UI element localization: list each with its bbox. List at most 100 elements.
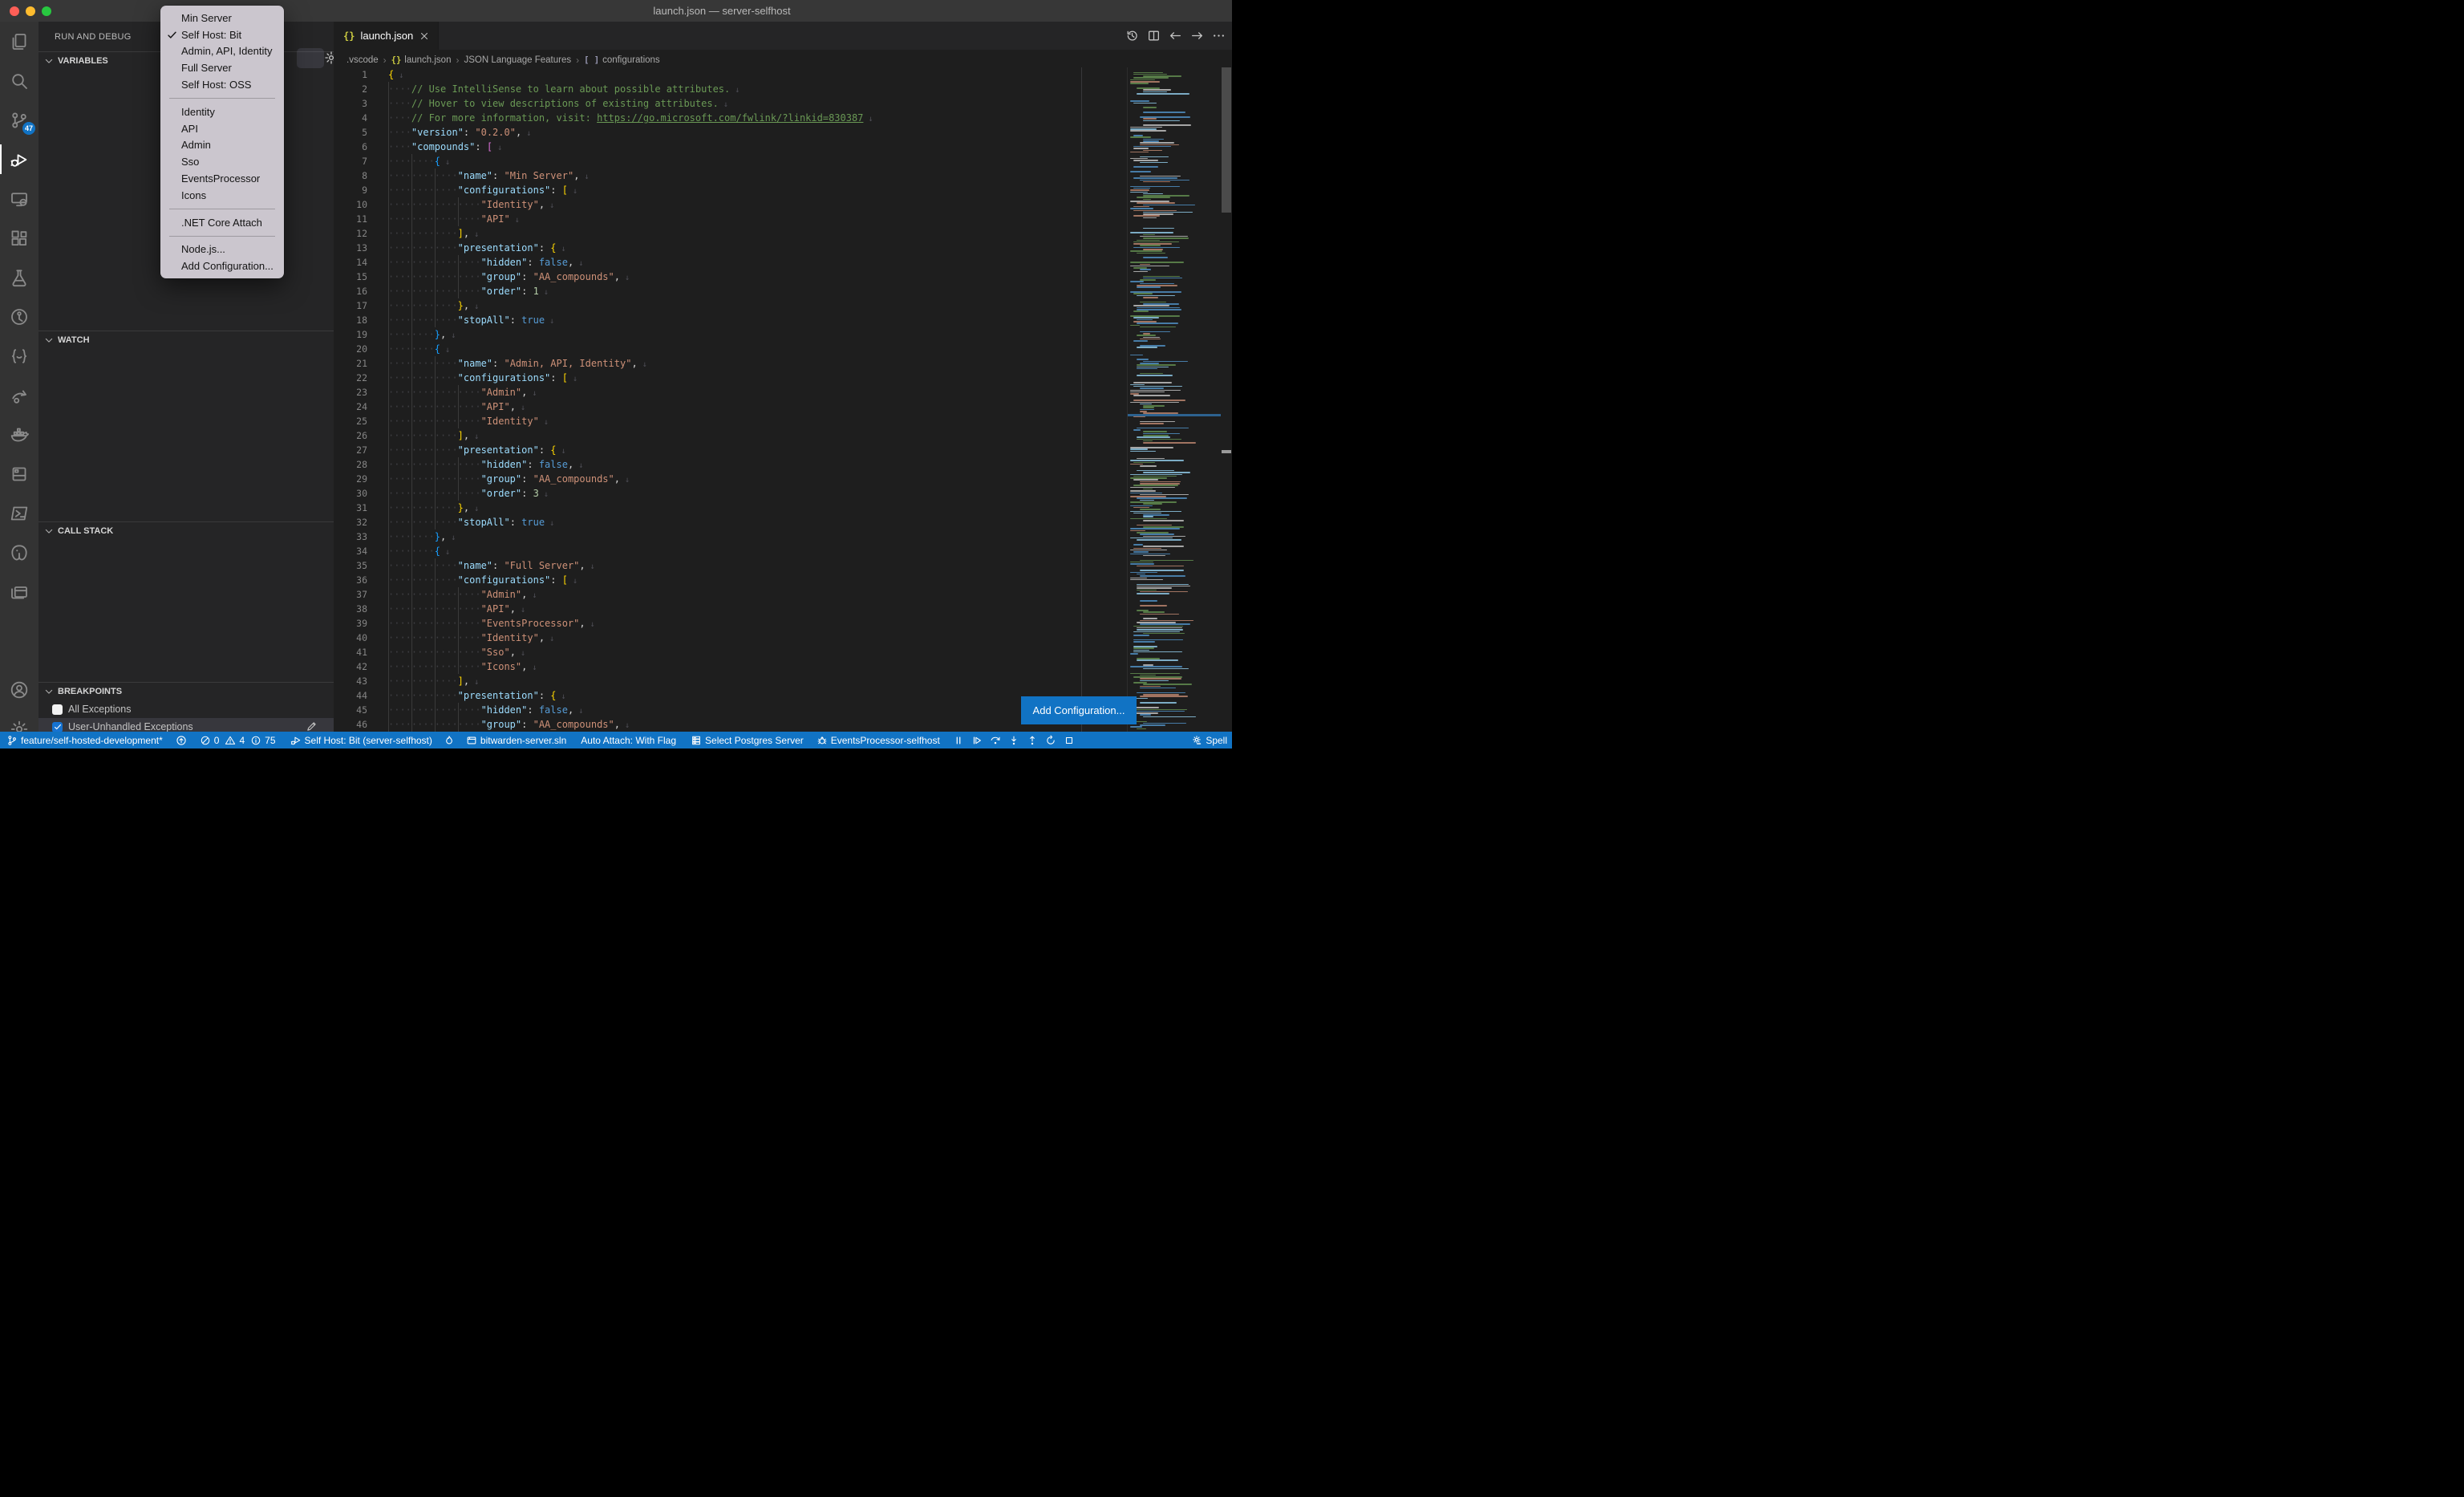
activity-item-window-panels[interactable] xyxy=(0,572,38,611)
status-debug-step-into[interactable] xyxy=(1008,735,1019,746)
code-line-41[interactable]: 41················"Sso", ↓ xyxy=(334,645,1127,659)
navigate-forward-button[interactable] xyxy=(1190,29,1204,43)
breadcrumb-item[interactable]: JSON Language Features xyxy=(464,55,571,65)
code-line-26[interactable]: 26············], ↓ xyxy=(334,428,1127,443)
breadcrumb-item[interactable]: {}launch.json xyxy=(391,55,452,65)
status-problems-errors[interactable]: 0 xyxy=(200,735,220,746)
add-configuration-button[interactable]: Add Configuration... xyxy=(1021,696,1137,724)
activity-item-accounts[interactable] xyxy=(0,670,38,709)
menu-item-min-server[interactable]: Min Server xyxy=(160,10,284,26)
status-flame-status[interactable] xyxy=(444,735,455,746)
activity-item-testing[interactable] xyxy=(0,258,38,297)
code-line-45[interactable]: 45················"hidden": false, ↓ xyxy=(334,703,1127,717)
activity-item-storage[interactable] xyxy=(0,454,38,493)
status-debug-restart[interactable] xyxy=(1045,735,1056,746)
code-line-16[interactable]: 16················"order": 1 ↓ xyxy=(334,284,1127,298)
code-line-44[interactable]: 44············"presentation": { ↓ xyxy=(334,688,1127,703)
code-line-19[interactable]: 19········}, ↓ xyxy=(334,327,1127,342)
zoom-window-button[interactable] xyxy=(42,6,51,16)
code-line-3[interactable]: 3····// Hover to view descriptions of ex… xyxy=(334,96,1127,111)
code-line-1[interactable]: 1{ ↓ xyxy=(334,67,1127,82)
status-debug-step-out[interactable] xyxy=(1027,735,1038,746)
status-debug-step-over[interactable] xyxy=(990,735,1001,746)
code-line-42[interactable]: 42················"Icons", ↓ xyxy=(334,659,1127,674)
breakpoint-row[interactable]: All Exceptions xyxy=(38,700,334,718)
status-debug-pause[interactable] xyxy=(953,735,964,746)
code-line-27[interactable]: 27············"presentation": { ↓ xyxy=(334,443,1127,457)
code-line-38[interactable]: 38················"API", ↓ xyxy=(334,602,1127,616)
activity-item-powershell[interactable] xyxy=(0,493,38,533)
code-line-15[interactable]: 15················"group": "AA_compounds… xyxy=(334,270,1127,284)
code-line-9[interactable]: 9············"configurations": [ ↓ xyxy=(334,183,1127,197)
code-line-30[interactable]: 30················"order": 3 ↓ xyxy=(334,486,1127,501)
code-line-34[interactable]: 34········{ ↓ xyxy=(334,544,1127,558)
activity-item-extensions[interactable] xyxy=(0,218,38,258)
menu-item-identity[interactable]: Identity xyxy=(160,103,284,120)
code-line-35[interactable]: 35············"name": "Full Server", ↓ xyxy=(334,558,1127,573)
activity-item-live-share[interactable] xyxy=(0,375,38,415)
code-line-2[interactable]: 2····// Use IntelliSense to learn about … xyxy=(334,82,1127,96)
menu-item-self-host-bit[interactable]: Self Host: Bit xyxy=(160,26,284,43)
status-debug-stop[interactable] xyxy=(1064,735,1075,746)
code-line-21[interactable]: 21············"name": "Admin, API, Ident… xyxy=(334,356,1127,371)
status-debug-configuration[interactable]: Self Host: Bit (server-selfhost) xyxy=(290,735,432,746)
close-window-button[interactable] xyxy=(10,6,19,16)
tab-launch-json[interactable]: {} launch.json xyxy=(334,22,439,50)
scrollbar-thumb[interactable] xyxy=(1222,67,1231,213)
activity-item-postgresql[interactable] xyxy=(0,533,38,572)
status-debug-continue[interactable] xyxy=(971,735,983,746)
section-header[interactable]: CALL STACK xyxy=(38,522,334,540)
code-line-5[interactable]: 5····"version": "0.2.0", ↓ xyxy=(334,125,1127,140)
minimap[interactable] xyxy=(1127,67,1221,732)
code-area[interactable]: 1{ ↓2····// Use IntelliSense to learn ab… xyxy=(334,67,1127,732)
code-line-43[interactable]: 43············], ↓ xyxy=(334,674,1127,688)
activity-item-remote-explorer[interactable] xyxy=(0,179,38,218)
code-line-25[interactable]: 25················"Identity" ↓ xyxy=(334,414,1127,428)
menu-item-full-server[interactable]: Full Server xyxy=(160,59,284,76)
code-line-13[interactable]: 13············"presentation": { ↓ xyxy=(334,241,1127,255)
menu-item--net-core-attach[interactable]: .NET Core Attach xyxy=(160,214,284,231)
breadcrumb-item[interactable]: .vscode xyxy=(346,55,379,65)
code-line-36[interactable]: 36············"configurations": [ ↓ xyxy=(334,573,1127,587)
code-line-39[interactable]: 39················"EventsProcessor", ↓ xyxy=(334,616,1127,631)
activity-item-search[interactable] xyxy=(0,61,38,100)
code-line-29[interactable]: 29················"group": "AA_compounds… xyxy=(334,472,1127,486)
code-line-20[interactable]: 20········{ ↓ xyxy=(334,342,1127,356)
menu-item-admin[interactable]: Admin xyxy=(160,137,284,154)
menu-item-add-configuration-[interactable]: Add Configuration... xyxy=(160,258,284,274)
code-line-14[interactable]: 14················"hidden": false, ↓ xyxy=(334,255,1127,270)
status-problems-warnings[interactable]: 4 xyxy=(225,735,245,746)
status-debug-session[interactable]: EventsProcessor-selfhost xyxy=(817,735,940,746)
code-line-17[interactable]: 17············}, ↓ xyxy=(334,298,1127,313)
status-branch-status[interactable]: feature/self-hosted-development* xyxy=(6,735,163,746)
breadcrumb-item[interactable]: [ ]configurations xyxy=(584,55,660,65)
activity-item-smiley-brackets[interactable] xyxy=(0,336,38,375)
navigate-back-button[interactable] xyxy=(1169,29,1182,43)
code-line-32[interactable]: 32············"stopAll": true ↓ xyxy=(334,515,1127,529)
status-solution-picker[interactable]: bitwarden-server.sln xyxy=(466,735,566,746)
close-tab-icon[interactable] xyxy=(419,30,430,42)
more-actions-button[interactable] xyxy=(1212,29,1226,43)
section-header[interactable]: WATCH xyxy=(38,331,334,349)
status-postgres-picker[interactable]: Select Postgres Server xyxy=(691,735,804,746)
split-editor-button[interactable] xyxy=(1147,29,1161,43)
code-line-12[interactable]: 12············], ↓ xyxy=(334,226,1127,241)
code-line-18[interactable]: 18············"stopAll": true ↓ xyxy=(334,313,1127,327)
code-line-37[interactable]: 37················"Admin", ↓ xyxy=(334,587,1127,602)
code-line-28[interactable]: 28················"hidden": false, ↓ xyxy=(334,457,1127,472)
menu-item-self-host-oss[interactable]: Self Host: OSS xyxy=(160,76,284,93)
status-auto-attach[interactable]: Auto Attach: With Flag xyxy=(581,735,676,746)
menu-item-icons[interactable]: Icons xyxy=(160,187,284,204)
checkbox-checked[interactable] xyxy=(52,722,63,732)
code-line-8[interactable]: 8············"name": "Min Server", ↓ xyxy=(334,168,1127,183)
code-line-22[interactable]: 22············"configurations": [ ↓ xyxy=(334,371,1127,385)
code-line-33[interactable]: 33········}, ↓ xyxy=(334,529,1127,544)
code-line-10[interactable]: 10················"Identity", ↓ xyxy=(334,197,1127,212)
minimize-window-button[interactable] xyxy=(26,6,35,16)
activity-item-docker[interactable] xyxy=(0,415,38,454)
editor-scrollbar[interactable] xyxy=(1221,67,1232,732)
code-line-7[interactable]: 7········{ ↓ xyxy=(334,154,1127,168)
menu-item-node-js-[interactable]: Node.js... xyxy=(160,241,284,258)
code-line-46[interactable]: 46················"group": "AA_compounds… xyxy=(334,717,1127,732)
activity-item-run-and-debug[interactable] xyxy=(0,140,38,179)
